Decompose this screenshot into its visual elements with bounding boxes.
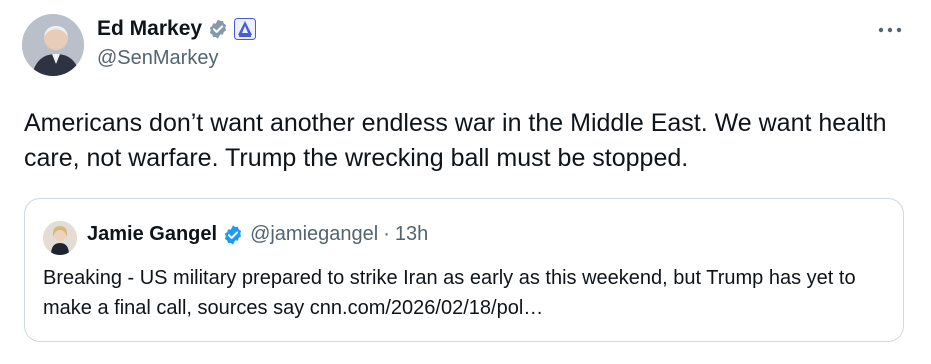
quoted-author-display-name[interactable]: Jamie Gangel bbox=[87, 223, 217, 246]
quoted-tweet-timestamp[interactable]: 13h bbox=[395, 223, 428, 246]
more-icon bbox=[878, 27, 902, 33]
tweet-card[interactable]: Ed Markey @SenMarkey Americans don’t wan… bbox=[0, 0, 931, 364]
quoted-author-handle[interactable]: @jamiegangel bbox=[250, 223, 378, 246]
tweet-text: Americans don’t want another endless war… bbox=[24, 109, 887, 172]
separator-dot: · bbox=[383, 223, 390, 245]
quoted-author-avatar[interactable] bbox=[43, 221, 77, 255]
quoted-tweet[interactable]: Jamie Gangel @jamiegangel · 13h Breaking… bbox=[24, 198, 904, 342]
author-display-name[interactable]: Ed Markey bbox=[97, 17, 202, 41]
senate-affiliation-icon[interactable] bbox=[234, 18, 257, 40]
author-avatar[interactable] bbox=[22, 14, 84, 76]
more-options-button[interactable] bbox=[875, 20, 905, 40]
author-handle[interactable]: @SenMarkey bbox=[97, 47, 256, 70]
verified-gray-badge-icon bbox=[207, 18, 229, 40]
quoted-tweet-header: Jamie Gangel @jamiegangel · 13h bbox=[87, 223, 428, 246]
author-name-row: Ed Markey bbox=[97, 14, 257, 44]
tweet-header: Ed Markey @SenMarkey bbox=[97, 14, 257, 70]
quoted-tweet-text: Breaking - US military prepared to strik… bbox=[43, 267, 856, 319]
verified-blue-badge-icon bbox=[222, 224, 244, 246]
